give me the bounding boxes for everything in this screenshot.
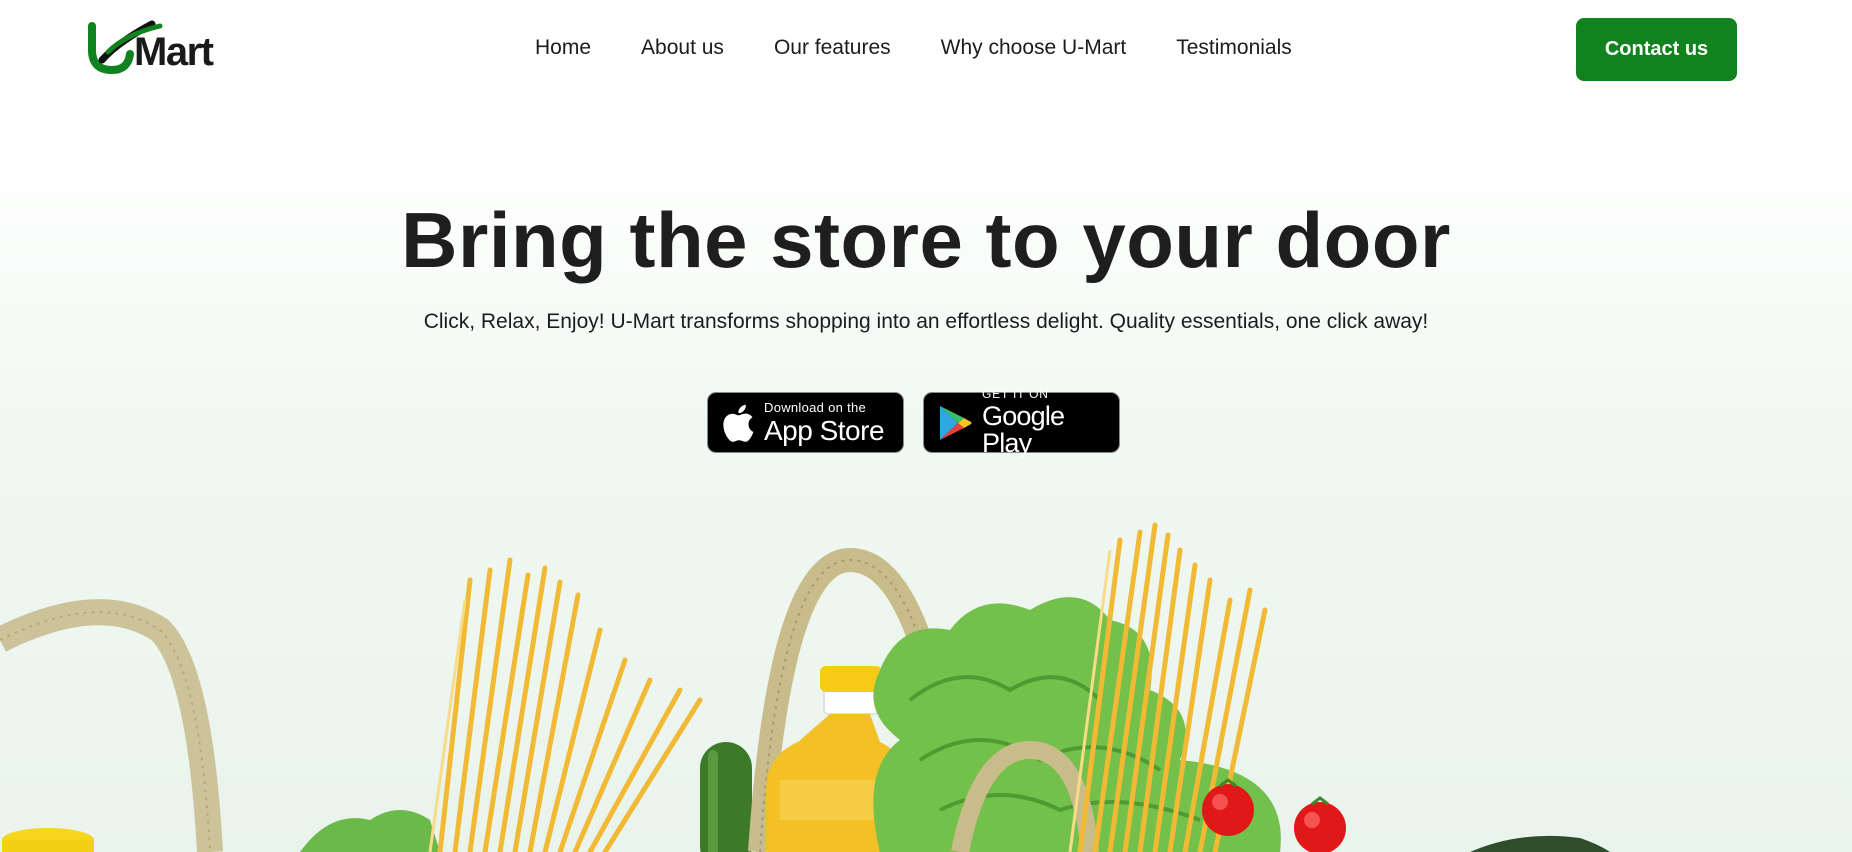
umart-logo[interactable]: Mart: [88, 20, 238, 78]
nav-home[interactable]: Home: [535, 36, 591, 60]
grocery-bag-illustration: [0, 522, 1610, 852]
app-store-big-text: App Store: [764, 414, 885, 446]
store-badges: Download on the App Store GET IT ON Goog…: [707, 388, 1120, 457]
site-header: Mart Home About us Our features Why choo…: [0, 0, 1852, 100]
main-nav: Home About us Our features Why choose U-…: [535, 36, 1292, 60]
app-store-small-text: Download on the: [764, 399, 867, 415]
google-play-icon: [938, 404, 972, 442]
dark-vegetable: [1470, 835, 1610, 852]
google-play-badge[interactable]: GET IT ON Google Play: [923, 388, 1120, 457]
left-greens: [300, 810, 440, 852]
google-play-small-text: GET IT ON: [982, 387, 1049, 401]
cucumber: [700, 742, 752, 852]
hero-title: Bring the store to your door: [401, 196, 1451, 284]
logo-text: Mart: [134, 30, 214, 74]
nav-testimonials[interactable]: Testimonials: [1176, 36, 1292, 60]
nav-our-features[interactable]: Our features: [774, 36, 891, 60]
nav-why-choose[interactable]: Why choose U-Mart: [941, 36, 1127, 60]
left-spaghetti: [437, 557, 703, 852]
app-store-badge[interactable]: Download on the App Store: [707, 392, 904, 453]
contact-us-button[interactable]: Contact us: [1576, 18, 1737, 81]
hero-subtitle: Click, Relax, Enjoy! U-Mart transforms s…: [423, 310, 1429, 333]
apple-icon: [722, 404, 754, 442]
left-bag-handle: [0, 599, 223, 852]
google-play-big-text: Google Play: [982, 401, 1065, 458]
nav-about-us[interactable]: About us: [641, 36, 724, 60]
